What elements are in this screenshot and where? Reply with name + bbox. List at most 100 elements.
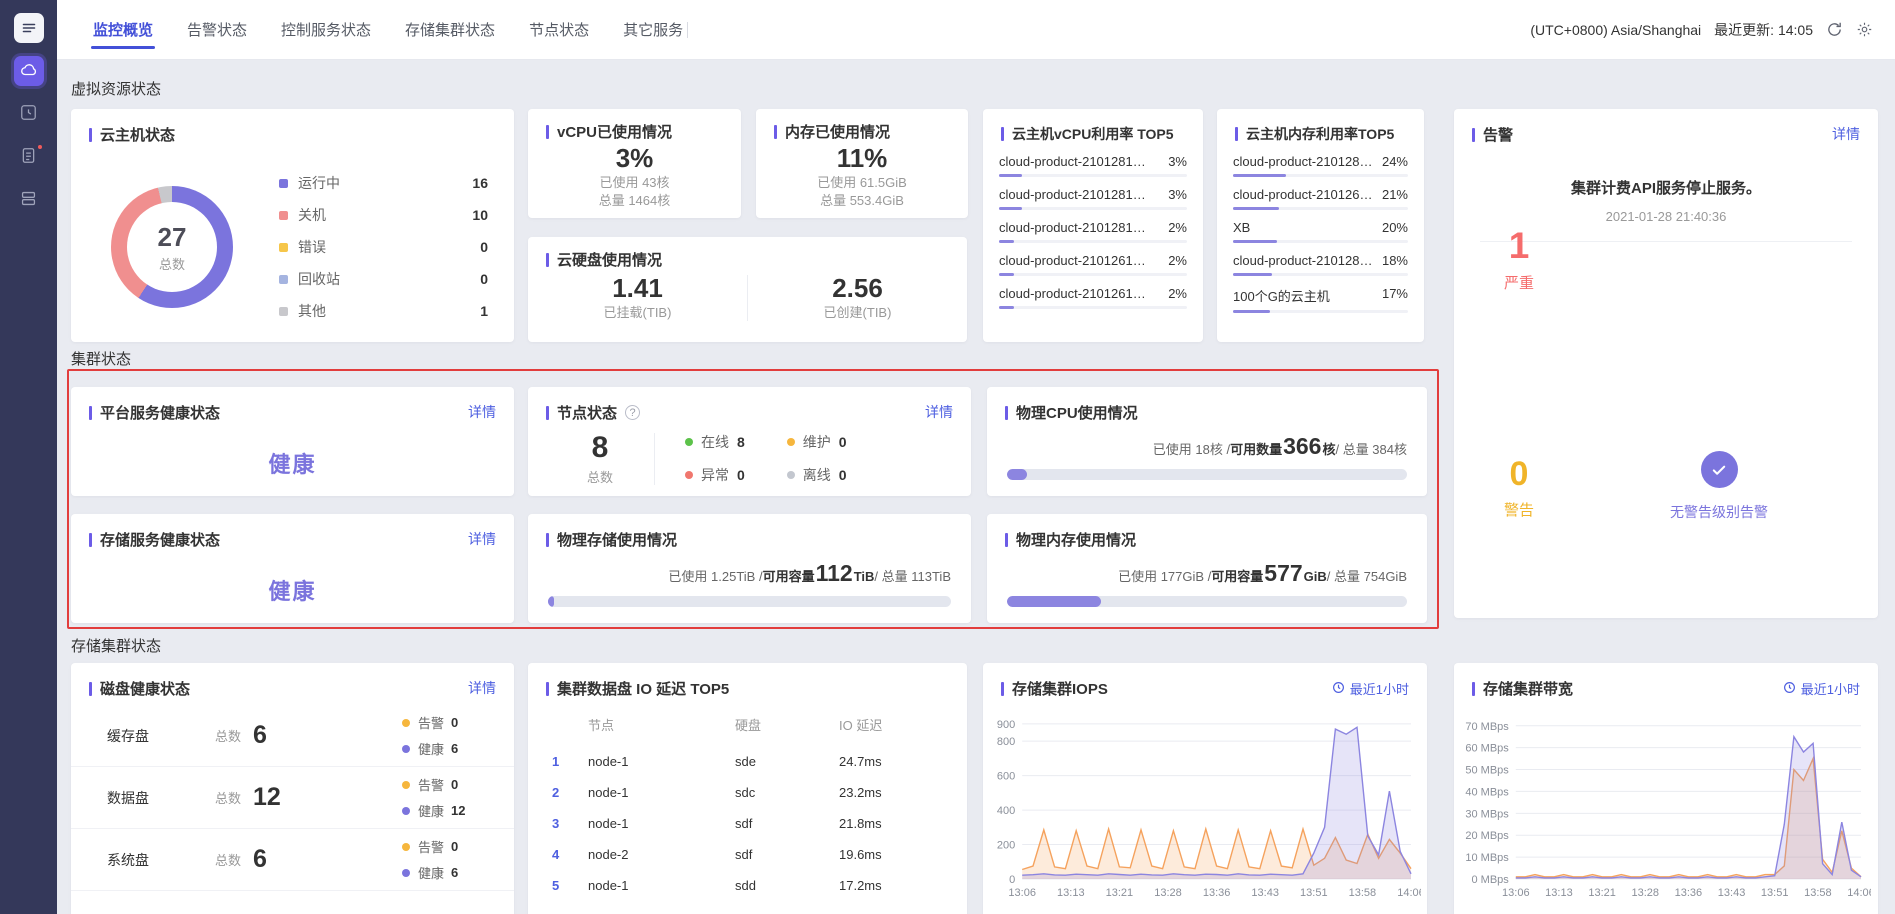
svg-text:13:13: 13:13: [1057, 887, 1085, 899]
title-marker: [546, 406, 549, 420]
top5-item: cloud-product-2101261…2%: [999, 253, 1187, 276]
legend-swatch: [279, 307, 288, 316]
menu-icon[interactable]: [14, 13, 44, 43]
title-marker: [1001, 682, 1004, 696]
alerts-detail-link[interactable]: 详情: [1832, 124, 1860, 144]
iops-chart: 020040060080090013:0613:1313:2113:2813:3…: [991, 709, 1421, 901]
card-title: 告警: [1483, 124, 1513, 145]
svg-text:13:06: 13:06: [1008, 887, 1036, 899]
card-title: vCPU已使用情况: [557, 121, 672, 142]
title-marker: [89, 128, 92, 142]
tab[interactable]: 其它服务: [621, 10, 685, 49]
node-status-card: 节点状态 ? 详情 8 总数 在线 8: [528, 387, 971, 496]
sidebar-item-monitor-overview[interactable]: [14, 56, 44, 86]
svg-text:60 MBps: 60 MBps: [1465, 743, 1509, 755]
main-content: 虚拟资源状态 云主机状态 27 总数 运行中 16: [57, 60, 1895, 914]
card-title: 云硬盘使用情况: [557, 249, 662, 270]
title-marker: [1005, 406, 1008, 420]
warning-alert-block: 0 警告: [1498, 455, 1540, 520]
physical-memory-stats: 已使用 177GiB / 可用容量 577GiB / 总量 754GiB: [1118, 560, 1407, 587]
tab[interactable]: 存储集群状态: [403, 10, 497, 49]
card-title: 平台服务健康状态: [100, 402, 220, 423]
sidebar-item-report[interactable]: [14, 142, 44, 172]
card-title: 云主机内存利用率TOP5: [1246, 124, 1394, 144]
status-dot: [402, 781, 410, 789]
usage-bar: [1233, 174, 1408, 177]
last-update-label: 最近更新: 14:05: [1714, 20, 1813, 40]
platform-health-detail-link[interactable]: 详情: [468, 402, 496, 422]
legend-item: 运行中 16: [279, 173, 488, 193]
io-table-row: 5 node-1 sdd 17.2ms: [552, 870, 943, 901]
card-title: 存储集群IOPS: [1012, 678, 1108, 699]
legend-item: 关机 10: [279, 205, 488, 225]
help-icon[interactable]: ?: [625, 405, 640, 420]
io-table-header: 节点 硬盘 IO 延迟: [552, 715, 943, 746]
storage-health-detail-link[interactable]: 详情: [468, 529, 496, 549]
alarm-clock-icon: [19, 103, 38, 125]
bandwidth-timerange[interactable]: 最近1小时: [1783, 679, 1860, 698]
platform-health-status: 健康: [71, 447, 514, 479]
vcpu-total: 总量 1464核: [528, 192, 741, 210]
cpu-usage-bar: [1007, 469, 1407, 480]
disk-health-detail-link[interactable]: 详情: [468, 678, 496, 698]
settings-gear-icon[interactable]: [1856, 21, 1873, 38]
tab[interactable]: 告警状态: [185, 10, 249, 49]
svg-text:13:28: 13:28: [1631, 887, 1659, 899]
sidebar-item-alarm[interactable]: [14, 99, 44, 129]
iops-timerange[interactable]: 最近1小时: [1332, 679, 1409, 698]
card-title: 物理存储使用情况: [557, 529, 677, 550]
card-title: 存储集群带宽: [1483, 678, 1573, 699]
svg-text:0 MBps: 0 MBps: [1472, 874, 1510, 886]
node-legend-item: 在线 8: [685, 432, 745, 452]
physical-storage-stats: 已使用 1.25TiB / 可用容量 112TiB / 总量 113TiB: [668, 560, 951, 587]
bandwidth-chart: 0 MBps10 MBps20 MBps30 MBps40 MBps50 MBp…: [1459, 709, 1871, 901]
node-total-label: 总数: [572, 467, 628, 486]
alert-timestamp: 2021-01-28 21:40:36: [1454, 209, 1878, 224]
svg-text:13:21: 13:21: [1588, 887, 1616, 899]
node-legend: 在线 8 维护 0 异常 0: [685, 432, 847, 485]
io-latency-card: 集群数据盘 IO 延迟 TOP5 节点 硬盘 IO 延迟 1 node-1 sd…: [528, 663, 967, 914]
io-table-row: 2 node-1 sdc 23.2ms: [552, 777, 943, 808]
physical-cpu-card: 物理CPU使用情况 已使用 18核 / 可用数量 366核 / 总量 384核: [987, 387, 1427, 496]
legend-item: 错误 0: [279, 237, 488, 257]
refresh-icon[interactable]: [1826, 21, 1843, 38]
topbar: 监控概览告警状态控制服务状态存储集群状态节点状态其它服务 (UTC+0800) …: [57, 0, 1895, 60]
usage-bar: [1233, 240, 1408, 243]
memory-percent: 11%: [756, 143, 968, 174]
svg-text:13:58: 13:58: [1349, 887, 1377, 899]
svg-text:30 MBps: 30 MBps: [1465, 808, 1509, 820]
svg-text:13:43: 13:43: [1718, 887, 1746, 899]
disk-healthy-legend: 健康6: [402, 739, 490, 758]
memory-top5-list: cloud-product-2101281…24% cloud-product-…: [1217, 144, 1424, 313]
status-dot: [787, 471, 795, 479]
memory-total: 总量 553.4GiB: [756, 192, 968, 210]
vcpu-usage-card: vCPU已使用情况 3% 已使用 43核 总量 1464核: [528, 109, 741, 218]
severe-count: 1: [1498, 225, 1540, 267]
no-alert-block: 无警告级别告警: [1622, 451, 1816, 522]
node-status-detail-link[interactable]: 详情: [925, 402, 953, 422]
vcpu-top5-list: cloud-product-2101281…3% cloud-product-2…: [983, 144, 1203, 309]
svg-text:600: 600: [997, 771, 1015, 783]
tab[interactable]: 控制服务状态: [279, 10, 373, 49]
volume-mounted-value: 1.41: [528, 273, 747, 304]
memory-top5-card: 云主机内存利用率TOP5 cloud-product-2101281…24% c…: [1217, 109, 1424, 342]
node-legend-item: 维护 0: [787, 432, 847, 452]
top5-item: XB20%: [1233, 220, 1408, 243]
card-title: 磁盘健康状态: [100, 678, 190, 699]
disk-alert-legend: 告警0: [402, 837, 490, 856]
tab[interactable]: 节点状态: [527, 10, 591, 49]
vcpu-used: 已使用 43核: [528, 174, 741, 192]
clock-icon: [1783, 681, 1796, 697]
disk-row: 缓存盘 总数 6 告警0 健康6: [71, 705, 514, 767]
svg-text:13:13: 13:13: [1545, 887, 1573, 899]
card-title: 内存已使用情况: [785, 121, 890, 142]
tabs-divider: [687, 22, 688, 38]
storage-bandwidth-card: 存储集群带宽 最近1小时 0 MBps10 MBps20 MBps30 MBps…: [1454, 663, 1878, 914]
tab[interactable]: 监控概览: [91, 10, 155, 49]
card-title: 物理内存使用情况: [1016, 529, 1136, 550]
sidebar-item-resources[interactable]: [14, 185, 44, 215]
sidebar: [0, 0, 57, 914]
volume-mounted-label: 已挂载(TIB): [528, 304, 747, 322]
top5-item: cloud-product-2101281…3%: [999, 187, 1187, 210]
node-legend-item: 异常 0: [685, 465, 745, 485]
